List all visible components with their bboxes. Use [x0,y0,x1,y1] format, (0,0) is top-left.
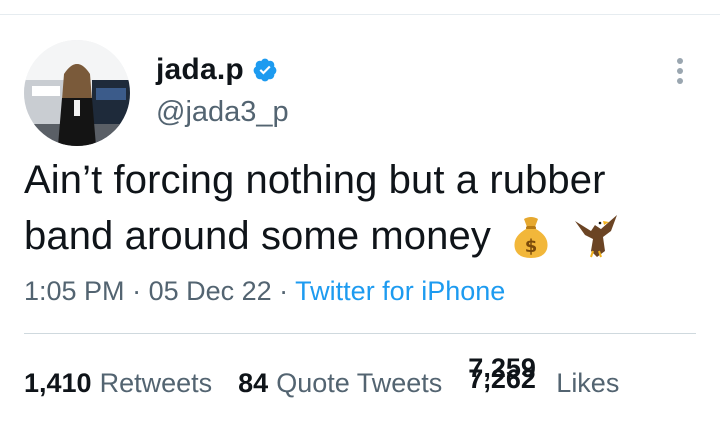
display-name[interactable]: jada.p [156,53,244,87]
quote-tweets-count: 84 [238,368,269,398]
tweet-text-line-2: band around some money [24,214,491,258]
tweet-text-line-1: Ain’t forcing nothing but a rubber [24,158,606,202]
top-divider [0,14,720,15]
likes-count-new: 7,262 [468,364,536,394]
tweet-stats: 1,410 Retweets 84 Quote Tweets 7,259 7,2… [24,353,645,399]
svg-text:$: $ [525,236,538,257]
handle[interactable]: @jada3_p [156,96,289,129]
likes-count: 7,259 7,262 [468,353,548,394]
avatar[interactable] [24,40,130,146]
more-options-icon[interactable] [668,56,692,86]
tweet-card: jada.p @jada3_p Ain’t forcing nothing bu… [0,0,720,421]
meta-separator: · [271,276,296,306]
tweet-source-link[interactable]: Twitter for iPhone [295,276,505,306]
likes-stat[interactable]: 7,259 7,262 Likes [468,353,620,399]
tweet-time[interactable]: 1:05 PM [24,276,125,306]
quote-tweets-label: Quote Tweets [276,368,443,398]
meta-separator: · [124,276,149,306]
eagle-icon [571,211,619,274]
tweet-meta: 1:05 PM · 05 Dec 22 · Twitter for iPhone [24,276,505,307]
verified-badge-icon [252,57,278,83]
retweets-count: 1,410 [24,368,92,398]
retweets-label: Retweets [99,368,213,398]
tweet-text: Ain’t forcing nothing but a rubber band … [24,152,704,274]
likes-label: Likes [556,368,620,398]
avatar-photo [24,40,130,146]
tweet-text-line-2-row: band around some money $ [24,208,704,274]
retweets-stat[interactable]: 1,410 Retweets [24,368,212,399]
stats-divider [24,333,696,334]
display-name-row: jada.p [156,50,289,90]
quote-tweets-stat[interactable]: 84 Quote Tweets [238,368,442,399]
author-names: jada.p @jada3_p [156,50,289,129]
money-bag-icon: $ [510,215,552,274]
tweet-date[interactable]: 05 Dec 22 [149,276,272,306]
